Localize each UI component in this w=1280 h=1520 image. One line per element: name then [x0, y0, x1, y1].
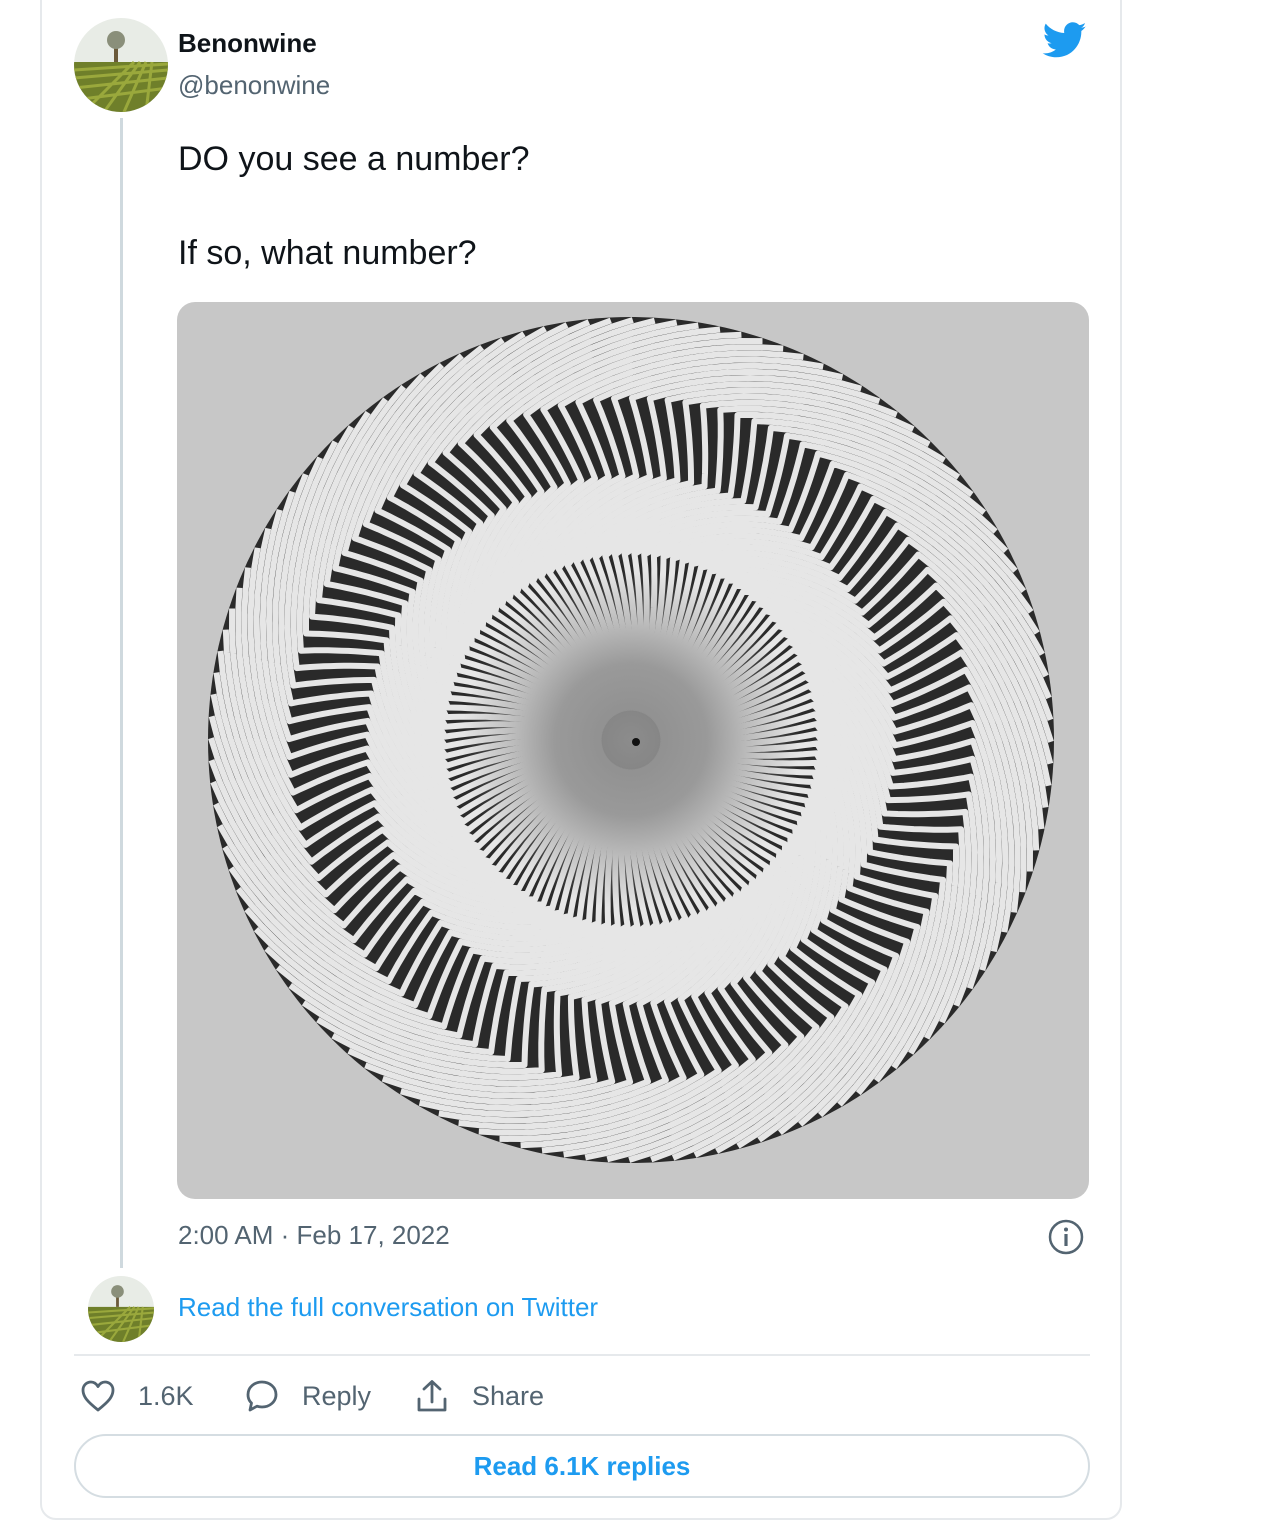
read-full-conversation-link[interactable]: Read the full conversation on Twitter: [178, 1292, 598, 1323]
spiral-optical-illusion-image: [208, 317, 1054, 1163]
author-handle[interactable]: @benonwine: [178, 70, 330, 101]
share-label: Share: [472, 1380, 545, 1411]
tweet-timestamp[interactable]: 2:00 AM · Feb 17, 2022: [178, 1220, 450, 1251]
like-button[interactable]: 1.6K: [80, 1374, 194, 1418]
info-icon[interactable]: [1047, 1218, 1085, 1256]
read-replies-button[interactable]: Read 6.1K replies: [74, 1434, 1090, 1498]
reply-label: Reply: [302, 1380, 372, 1411]
author-avatar[interactable]: [74, 18, 168, 112]
tweet-text-line: If so, what number?: [178, 234, 477, 272]
thread-line: [120, 118, 123, 1268]
share-button[interactable]: Share: [414, 1374, 544, 1418]
heart-icon: [81, 1380, 115, 1412]
like-count: 1.6K: [138, 1380, 194, 1411]
twitter-bird-icon[interactable]: [1040, 18, 1090, 62]
divider: [74, 1354, 1090, 1356]
author-display-name[interactable]: Benonwine: [178, 28, 317, 59]
share-icon: [417, 1380, 447, 1412]
reply-icon: [246, 1380, 278, 1412]
tweet-media[interactable]: [177, 302, 1089, 1199]
author-avatar-small[interactable]: [88, 1276, 154, 1342]
reply-button[interactable]: Reply: [244, 1374, 371, 1418]
tweet-text-line: DO you see a number?: [178, 140, 530, 178]
